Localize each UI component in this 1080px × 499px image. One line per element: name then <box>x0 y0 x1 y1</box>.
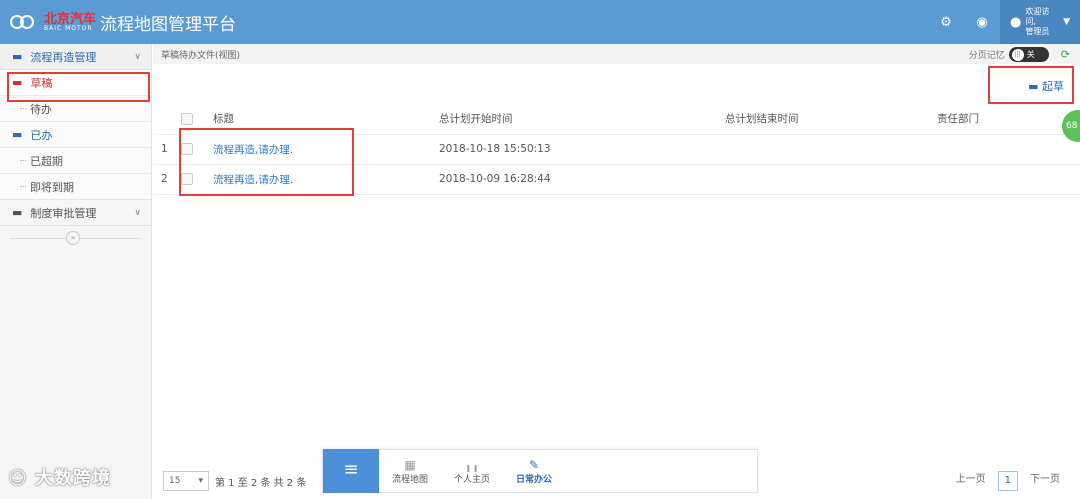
row-end-time <box>725 164 937 195</box>
main-panel: 草稿待办文件(视图) 分页记忆 ||| 关 ⟳ ▬ 起草 标题 总计划开始时间 … <box>153 44 1080 499</box>
dock-item-office[interactable]: ✎ 日常办公 <box>503 458 565 485</box>
row-number: 2 <box>153 164 181 195</box>
toggle-state: 关 <box>1026 50 1035 59</box>
header-start-time[interactable]: 总计划开始时间 <box>439 104 725 135</box>
brand-logo[interactable]: 北京汽车 BAIC MOTOR 流程地图管理平台 <box>10 10 236 35</box>
row-start-time: 2018-10-09 16:28:44 <box>439 164 725 195</box>
highlight-box <box>988 66 1074 104</box>
watermark-logo-icon: ☺ <box>8 468 28 489</box>
cup-icon: ▬ <box>12 50 23 63</box>
page-size-select[interactable]: 15 ▾ <box>163 471 209 491</box>
sidebar-group-approval[interactable]: ▬ 制度审批管理 ∨ <box>0 200 151 226</box>
cup-icon: ▬ <box>12 128 23 141</box>
caret-down-icon: ▼ <box>1063 17 1070 27</box>
top-header: 北京汽车 BAIC MOTOR 流程地图管理平台 ⚙ ◉ ● 欢迎访问, 管理员… <box>0 0 1080 44</box>
refresh-icon[interactable]: ⟳ <box>1061 48 1070 61</box>
user-name: 管理员 <box>1025 27 1050 36</box>
dock-item-label: 个人主页 <box>453 474 490 485</box>
sidebar-item-overdue[interactable]: 已超期 <box>0 148 151 174</box>
logo-rings-icon <box>10 12 38 32</box>
brand-name: 北京汽车 <box>44 11 97 27</box>
current-page-button[interactable]: 1 <box>997 471 1018 491</box>
edit-icon: ✎ <box>528 457 540 472</box>
page-memory-toggle[interactable]: ||| 关 <box>1008 47 1049 62</box>
sidebar-collapse[interactable]: » <box>0 226 151 250</box>
app-title: 流程地图管理平台 <box>100 14 237 35</box>
settings-gears-icon[interactable]: ⚙ <box>928 15 964 30</box>
prev-page-button[interactable]: 上一页 <box>950 471 992 491</box>
watermark-text: 大数跨境 <box>35 468 112 489</box>
dock-item-process-map[interactable]: ▦ 流程地图 <box>379 458 441 485</box>
row-start-time: 2018-10-18 15:50:13 <box>439 134 725 165</box>
sidebar: ▬ 流程再造管理 ∨ ▬ 草稿 待办 ▬ 已办 已超期 即将到期 ▬ 制度审批管… <box>0 44 152 499</box>
header-dept[interactable]: 责任部门 <box>937 104 1080 135</box>
watermark: ☺ 大数跨境 <box>8 464 111 490</box>
welcome-text: 欢迎访问, <box>1025 7 1050 26</box>
sidebar-group-label: 流程再造管理 <box>30 50 97 64</box>
chevron-down-icon: ∨ <box>134 207 141 218</box>
menu-icon[interactable]: ≡ <box>323 449 379 493</box>
user-menu[interactable]: ● 欢迎访问, 管理员 ▼ <box>1000 0 1080 44</box>
dock-item-home[interactable]: ╻╻ 个人主页 <box>441 458 503 485</box>
pager-summary: 15 ▾ 第 1 至 2 条 共 2 条 <box>163 471 306 491</box>
map-icon: ▦ <box>404 457 416 472</box>
next-page-button[interactable]: 下一页 <box>1024 471 1066 491</box>
chevron-down-icon: ∨ <box>134 51 141 62</box>
page-memory-label: 分页记忆 <box>968 51 1005 61</box>
sidebar-group-label: 制度审批管理 <box>30 206 97 220</box>
sidebar-item-label: 已办 <box>30 128 53 142</box>
toggle-knob-icon: ||| <box>1011 48 1024 61</box>
hide-eye-icon[interactable]: ◉ <box>964 15 1000 30</box>
page-size-value: 15 <box>169 476 181 486</box>
sidebar-item-label: 即将到期 <box>30 180 74 194</box>
row-dept <box>937 164 1080 195</box>
cup-icon: ▬ <box>12 206 23 219</box>
toolbar: ▬ 起草 <box>153 64 1080 102</box>
sidebar-item-due-soon[interactable]: 即将到期 <box>0 174 151 200</box>
highlight-box <box>7 72 150 102</box>
pager-summary-text: 第 1 至 2 条 共 2 条 <box>215 477 307 489</box>
breadcrumb: 草稿待办文件(视图) 分页记忆 ||| 关 ⟳ <box>153 44 1080 64</box>
bottom-dock: ≡ ▦ 流程地图 ╻╻ 个人主页 ✎ 日常办公 <box>322 449 758 493</box>
user-icon: ● <box>1010 14 1022 30</box>
sidebar-item-label: 已超期 <box>30 154 63 168</box>
brand-name-en: BAIC MOTOR <box>44 24 93 32</box>
sidebar-item-label: 待办 <box>30 102 52 116</box>
sidebar-group-process[interactable]: ▬ 流程再造管理 ∨ <box>0 44 151 70</box>
row-dept <box>937 134 1080 165</box>
header-end-time[interactable]: 总计划结束时间 <box>725 104 937 135</box>
row-end-time <box>725 134 937 165</box>
dock-item-label: 日常办公 <box>515 474 552 485</box>
select-all-checkbox[interactable] <box>181 112 193 125</box>
breadcrumb-text: 草稿待办文件(视图) <box>161 50 241 61</box>
dock-item-label: 流程地图 <box>391 474 428 485</box>
pagination: 上一页 1 下一页 <box>944 471 1066 491</box>
dropdown-arrow-icon: ▾ <box>198 476 203 486</box>
row-number: 1 <box>153 134 181 165</box>
bar-chart-icon: ╻╻ <box>464 457 480 472</box>
highlight-box <box>179 128 354 196</box>
sidebar-item-done[interactable]: ▬ 已办 <box>0 122 151 148</box>
double-chevron-icon: » <box>66 231 80 245</box>
